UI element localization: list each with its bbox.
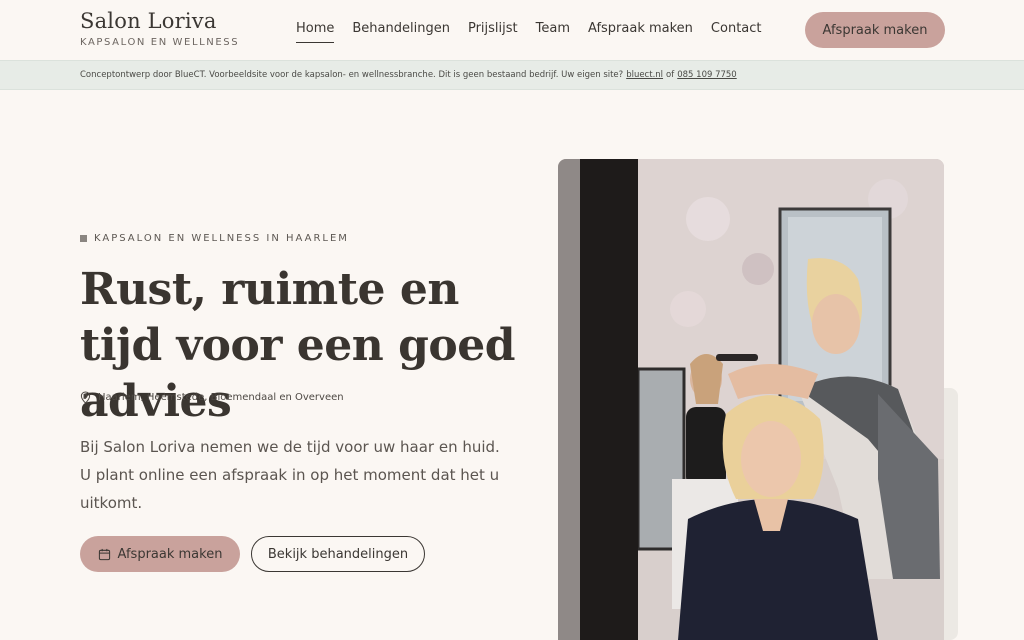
notice-text: Conceptontwerp door BlueCT. Voorbeeldsit…	[80, 70, 624, 80]
hero-title: Rust, ruimte en tijd voor een goed advie…	[80, 264, 515, 427]
logo-tagline: KAPSALON EN WELLNESS	[80, 37, 240, 48]
site-header: Salon Loriva KAPSALON EN WELLNESS Home B…	[0, 0, 1024, 60]
nav-item-contact[interactable]: Contact	[711, 21, 762, 43]
square-bullet-icon	[80, 235, 87, 242]
nav-item-team[interactable]: Team	[536, 21, 570, 43]
logo-name[interactable]: Salon Loriva	[80, 9, 217, 33]
notice-bar: Conceptontwerp door BlueCT. Voorbeeldsit…	[0, 60, 1024, 90]
hero-intro: Bij Salon Loriva nemen we de tijd voor u…	[80, 438, 500, 512]
notice-site-link[interactable]: bluect.nl	[626, 70, 663, 80]
hero-photo-salon	[558, 159, 944, 640]
notice-phone-link[interactable]: 085 109 7750	[677, 70, 736, 80]
header-appointment-button[interactable]: Afspraak maken	[805, 12, 945, 48]
calendar-icon	[98, 548, 110, 560]
notice-or: of	[666, 70, 675, 80]
hero-location: Haarlem, Heemstede, Bloemendaal en Overv…	[80, 391, 344, 404]
map-pin-icon	[80, 391, 91, 404]
nav-item-afspraak[interactable]: Afspraak maken	[588, 21, 693, 43]
hero-eyebrow-text: KAPSALON EN WELLNESS IN HAARLEM	[94, 233, 349, 244]
nav-item-behandelingen[interactable]: Behandelingen	[352, 21, 450, 43]
hero-appointment-button[interactable]: Afspraak maken	[80, 536, 240, 572]
hero-appointment-label: Afspraak maken	[117, 546, 223, 562]
hero-treatments-button[interactable]: Bekijk behandelingen	[251, 536, 425, 572]
nav-item-home[interactable]: Home	[296, 21, 335, 43]
nav-item-prijslijst[interactable]: Prijslijst	[468, 21, 518, 43]
hero-location-text: Haarlem, Heemstede, Bloemendaal en Overv…	[98, 392, 344, 403]
hero-eyebrow: KAPSALON EN WELLNESS IN HAARLEM	[80, 233, 349, 244]
main-nav: Home Behandelingen Prijslijst Team Afspr…	[296, 21, 780, 43]
